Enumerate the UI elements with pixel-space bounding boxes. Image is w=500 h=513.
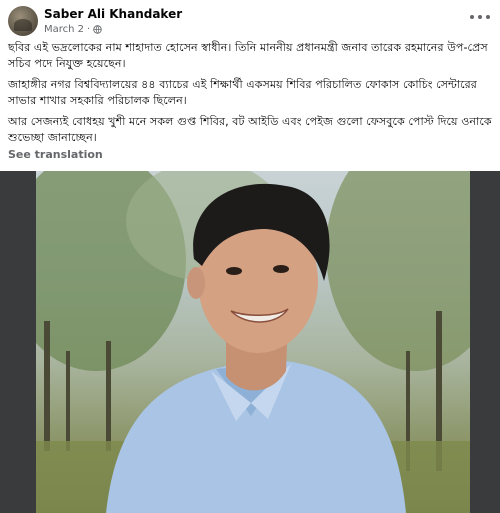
- post-paragraph: জাহাঙ্গীর নগর বিশ্ববিদ্যালয়ের ৪৪ ব্যাচে…: [8, 78, 477, 107]
- globe-icon[interactable]: [93, 25, 102, 34]
- post-header: Saber Ali Khandaker March 2 ·: [0, 0, 500, 40]
- author-name[interactable]: Saber Ali Khandaker: [44, 7, 182, 21]
- post-paragraph: আর সেজন্যই বোধহয় খুশী মনে সকল গুপ্ত শিব…: [8, 115, 492, 144]
- post-photo[interactable]: [36, 171, 470, 513]
- more-dot: [470, 15, 474, 19]
- photo-illustration: [36, 171, 470, 513]
- post-date[interactable]: March 2: [44, 24, 84, 35]
- meta-separator: ·: [87, 24, 91, 35]
- post-paragraph: ছবির এই ভদ্রলোকের নাম শাহাদাত হোসেন স্বা…: [8, 41, 488, 70]
- avatar[interactable]: [8, 6, 38, 36]
- more-dot: [486, 15, 490, 19]
- more-dot: [478, 15, 482, 19]
- post-meta: March 2 ·: [44, 24, 102, 35]
- post-photo-frame: [0, 171, 500, 513]
- more-options-button[interactable]: [470, 12, 490, 22]
- post-body: ছবির এই ভদ্রলোকের নাম শাহাদাত হোসেন স্বা…: [8, 40, 494, 151]
- see-translation-link[interactable]: See translation: [8, 148, 103, 161]
